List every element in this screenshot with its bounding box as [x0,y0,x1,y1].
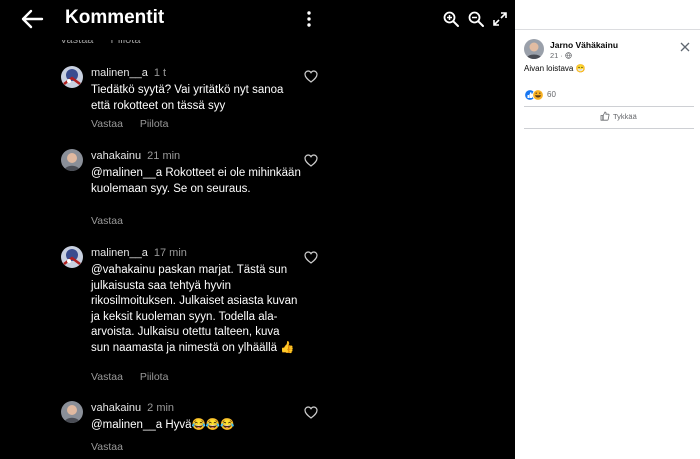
comment-author[interactable]: malinen__a [91,67,148,79]
avatar[interactable] [61,66,83,88]
post-time[interactable]: 21 · [550,51,563,60]
comment-header: vahakainu 2 min [91,402,174,414]
comment-time: 2 min [147,402,175,414]
fullscreen-icon[interactable] [491,10,509,28]
viewer-header: Kommentit [0,0,515,40]
reply-link[interactable]: Vastaa [91,118,123,130]
like-button-label: Tykkää [613,112,637,121]
like-button[interactable]: Tykkää [524,108,694,125]
close-icon[interactable] [680,42,690,52]
comment-header: vahakainu 21 min [91,150,180,162]
post-meta: 21 · [550,51,572,60]
comment-author[interactable]: vahakainu [91,150,141,162]
viewer-title: Kommentit [65,7,165,28]
comment-actions: Vastaa Piilota [91,118,182,130]
comments-viewer: Kommentit Vastaa Piilota malinen__a 1 t T… [0,0,515,459]
reaction-icons[interactable] [524,89,546,101]
like-heart-icon[interactable] [304,251,318,264]
comment-author[interactable]: malinen__a [91,247,148,259]
like-heart-icon[interactable] [304,406,318,419]
thumbs-up-icon [600,111,610,121]
comment-header: malinen__a 17 min [91,247,187,259]
comment-time: 1 t [153,67,167,79]
reply-link[interactable]: Vastaa [91,441,123,453]
reply-link[interactable]: Vastaa [91,371,123,383]
comment-item: vahakainu 21 min @malinen__a Rokotteet ei… [61,149,321,229]
like-heart-icon[interactable] [304,70,318,83]
avatar[interactable] [61,246,83,268]
back-arrow-icon[interactable] [20,8,44,30]
more-options-icon[interactable] [300,10,318,28]
post-panel: Jarno Vähäkainu 21 · Aivan loistava 😁 60… [515,0,700,459]
post-author-name[interactable]: Jarno Vähäkainu [550,40,618,50]
divider [524,128,694,129]
post-top-bar [515,0,700,30]
avatar[interactable] [61,401,83,423]
comment-text: Tiedätkö syytä? Vai yritätkö nyt sanoa e… [91,84,284,112]
comment-item: vahakainu 2 min @malinen__a Hyvä😂😂😂 Vasta… [61,401,321,457]
comment-header: malinen__a 1 t [91,67,166,79]
comment-time: 17 min [153,247,187,259]
hide-link[interactable]: Piilota [140,371,169,383]
hide-link[interactable]: Piilota [140,118,169,130]
zoom-out-icon[interactable] [467,10,485,28]
comment-actions: Vastaa [91,215,137,227]
globe-icon [565,52,572,59]
comment-item: malinen__a 17 min @vahakainu paskan marja… [61,246,321,386]
comment-text: @malinen__a Hyvä😂😂😂 [91,419,235,431]
reaction-count[interactable]: 60 [547,90,556,99]
post-text: Aivan loistava 😁 [524,64,586,73]
comment-actions: Vastaa [91,441,137,453]
like-heart-icon[interactable] [304,154,318,167]
comment-time: 21 min [147,150,181,162]
comment-text: @vahakainu paskan marjat. Tästä sun julk… [91,264,298,354]
divider [524,106,694,107]
comment-actions: Vastaa Piilota [91,371,182,383]
comment-item: malinen__a 1 t Tiedätkö syytä? Vai yrität… [61,66,321,136]
comment-text: @malinen__a Rokotteet ei ole mihinkään k… [91,167,301,195]
avatar[interactable] [61,149,83,171]
reply-link[interactable]: Vastaa [91,215,123,227]
zoom-in-icon[interactable] [442,10,460,28]
post-author-avatar[interactable] [524,39,544,59]
comment-author[interactable]: vahakainu [91,402,141,414]
